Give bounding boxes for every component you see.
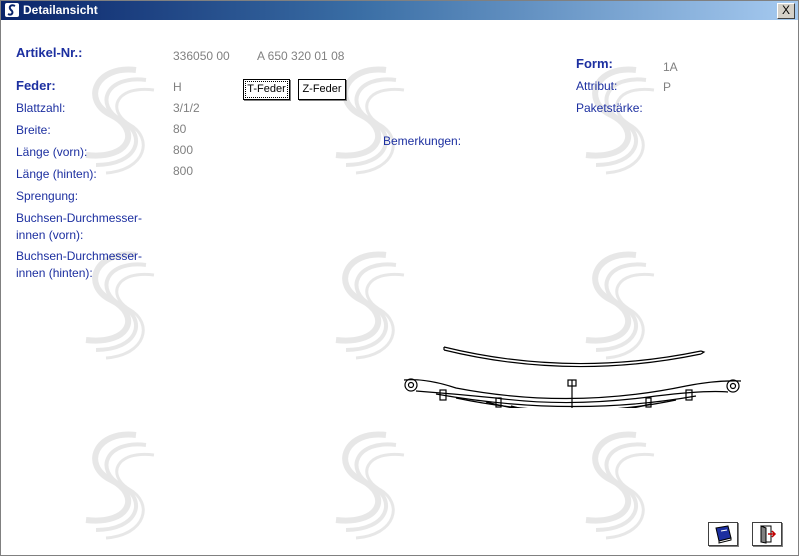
watermark-pattern (1, 20, 798, 555)
buchsen-hinten-label-line2: innen (hinten): (16, 266, 93, 280)
attribut-value: P (663, 80, 672, 94)
t-feder-button[interactable]: T-Feder (243, 79, 290, 100)
sprengung-label: Sprengung: (16, 189, 79, 203)
attribut-label: Attribut: (576, 79, 618, 93)
buchsen-hinten-label-line1: Buchsen-Durchmesser- (16, 249, 143, 263)
laenge-vorn-value: 800 (173, 143, 194, 157)
feder-label: Feder: (16, 78, 56, 93)
buchsen-vorn-label-line1: Buchsen-Durchmesser- (16, 211, 143, 225)
form-value: 1A (663, 60, 678, 74)
buchsen-vorn-label-line2: innen (vorn): (16, 228, 84, 242)
artikel-label: Artikel-Nr.: (16, 45, 83, 60)
artikel-number: 336050 00 (173, 49, 230, 63)
bemerkungen-label: Bemerkungen: (383, 134, 462, 148)
leaf-spring-image (403, 346, 742, 408)
detail-window: Detailansicht X Artikel-Nr.: 336050 00 A… (0, 0, 799, 556)
blattzahl-label: Blattzahl: (16, 101, 66, 115)
exit-button[interactable] (752, 522, 782, 546)
laenge-hinten-value: 800 (173, 164, 194, 178)
app-logo-icon (5, 3, 19, 17)
form-label: Form: (576, 56, 613, 71)
window-title: Detailansicht (23, 3, 98, 17)
manual-button[interactable] (708, 522, 738, 546)
breite-label: Breite: (16, 123, 51, 137)
feder-value: H (173, 80, 182, 94)
laenge-hinten-label: Länge (hinten): (16, 167, 97, 181)
close-button[interactable]: X (777, 3, 795, 19)
blattzahl-value: 3/1/2 (173, 101, 200, 115)
paketstaerke-label: Paketstärke: (576, 101, 643, 115)
exit-door-icon (760, 525, 777, 544)
artikel-ref: A 650 320 01 08 (257, 49, 345, 63)
breite-value: 80 (173, 122, 187, 136)
content-area: Artikel-Nr.: 336050 00 A 650 320 01 08 F… (1, 20, 798, 555)
laenge-vorn-label: Länge (vorn): (16, 145, 88, 159)
title-bar: Detailansicht X (1, 1, 798, 20)
close-icon: X (781, 3, 790, 17)
book-icon (715, 525, 732, 544)
z-feder-button[interactable]: Z-Feder (298, 79, 346, 100)
